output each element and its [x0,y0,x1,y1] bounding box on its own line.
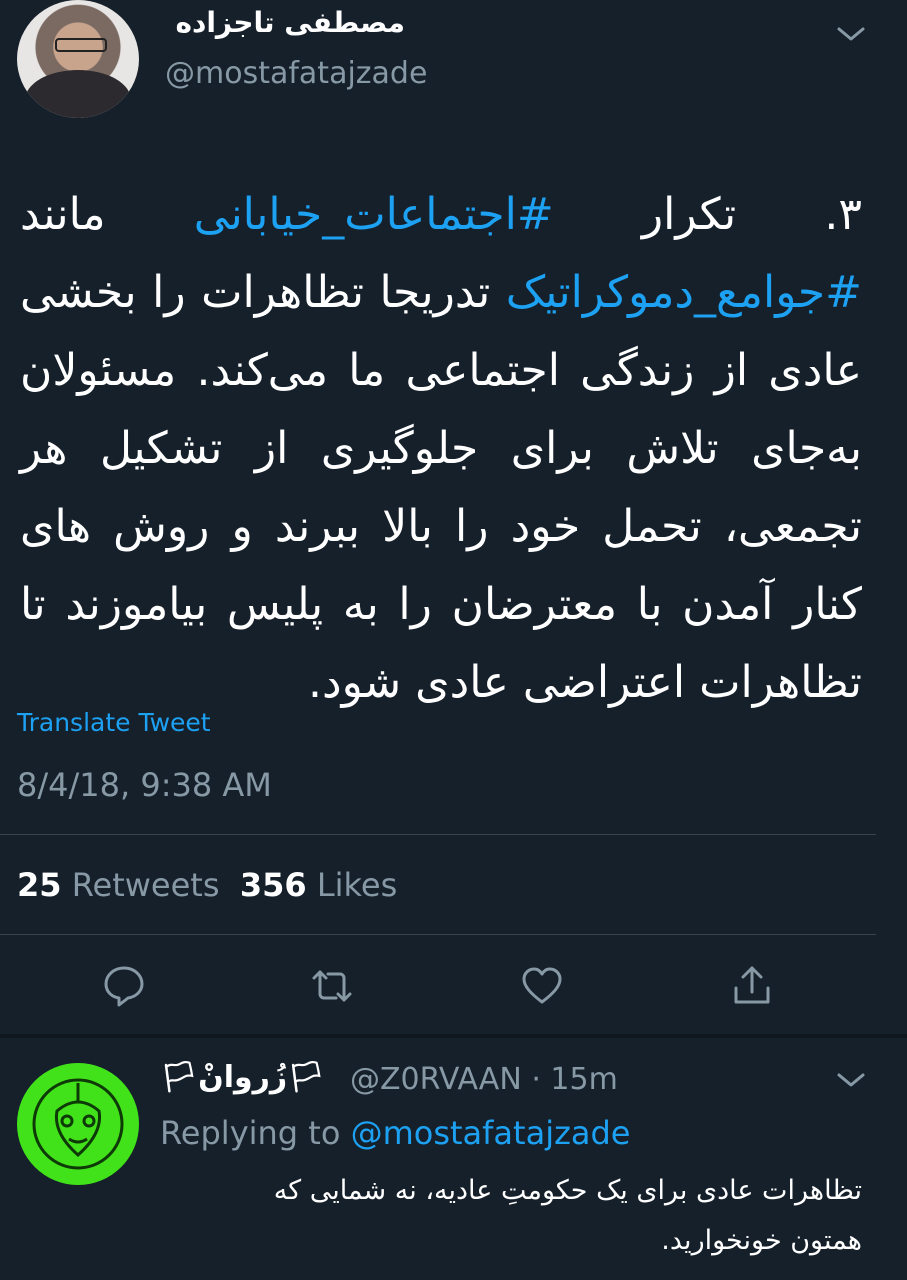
retweets-label[interactable]: Retweets [72,866,220,904]
tweet-text: ۳. تکرار #اجتماعات_خیابانی مانند #جوامع_… [20,176,862,722]
avatar-suit [25,70,131,118]
divider [0,834,876,835]
retweet-icon[interactable] [310,964,354,1008]
reply-text-line: تظاهرات عادی برای یک حکومتِ عادیه، نه شم… [273,1175,862,1206]
retweets-count[interactable]: 25 [17,866,62,904]
like-icon[interactable] [520,964,564,1008]
tweet-text-part: ۳. تکرار [553,189,862,240]
reply-time[interactable]: 15m [550,1062,617,1097]
author-avatar[interactable] [17,0,139,118]
reply-text: تظاهرات عادی برای یک حکومتِ عادیه، نه شم… [160,1166,862,1266]
replying-to: Replying to @mostafatajzade [160,1114,630,1152]
likes-count[interactable]: 356 [240,866,307,904]
chevron-down-icon[interactable] [836,1070,866,1090]
reply-author-avatar[interactable] [17,1063,139,1185]
reply-icon[interactable] [102,964,146,1008]
likes-label[interactable]: Likes [317,866,397,904]
replying-to-label: Replying to [160,1114,341,1152]
lion-logo-icon [32,1078,124,1170]
reply-text-line: همتون خونخوارید. [661,1225,862,1256]
hashtag-link[interactable]: #جوامع_دموکراتیک [506,267,862,318]
tweet-timestamp: 8/4/18, 9:38 AM [17,766,272,804]
section-divider [0,1034,907,1038]
hashtag-link[interactable]: #اجتماعات_خیابانی [194,189,554,240]
chevron-down-icon[interactable] [836,24,866,44]
divider [0,934,876,935]
tweet-text-part: مانند [20,189,194,240]
reply-meta: @Z0RVAAN · 15m [350,1062,618,1097]
share-icon[interactable] [730,964,774,1008]
avatar-glasses [55,38,107,52]
reply-display-name[interactable]: 🏳زُروانْ🏳 [160,1060,325,1095]
tweet-text-part: تدریجا تظاهرات را بخشی عادی از زندگی اجت… [20,267,862,708]
author-display-name[interactable]: مصطفی تاجزاده [165,6,405,39]
author-handle[interactable]: @mostafatajzade [165,56,427,91]
reply-separator: · [531,1062,541,1097]
tweet-stats: 25 Retweets 356 Likes [17,866,397,904]
replying-to-link[interactable]: @mostafatajzade [351,1114,631,1152]
translate-tweet-link[interactable]: Translate Tweet [17,708,211,737]
reply-handle[interactable]: @Z0RVAAN [350,1062,522,1097]
